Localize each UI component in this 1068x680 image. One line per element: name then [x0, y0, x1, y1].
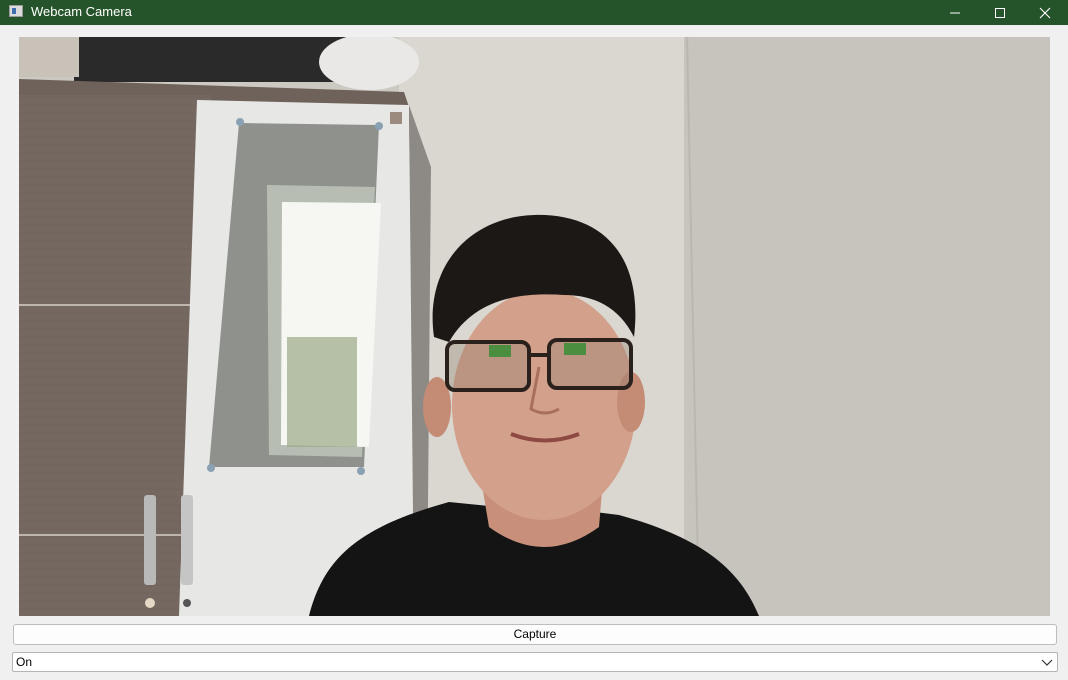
- capture-button[interactable]: Capture: [13, 624, 1057, 645]
- webcam-image: [19, 37, 1050, 616]
- maximize-button[interactable]: [977, 0, 1023, 25]
- webcam-video-feed: [19, 37, 1050, 616]
- camera-mode-select[interactable]: On: [12, 652, 1058, 672]
- minimize-icon: [950, 12, 960, 13]
- close-button[interactable]: [1022, 0, 1068, 25]
- close-icon: [1039, 7, 1051, 18]
- title-bar[interactable]: Webcam Camera: [0, 0, 1068, 25]
- maximize-icon: [995, 7, 1005, 18]
- webcam-window: Webcam Camera Capture On: [0, 0, 1068, 680]
- window-title: Webcam Camera: [31, 4, 132, 19]
- camera-mode-value: On: [16, 655, 33, 669]
- app-window-icon: [9, 5, 23, 17]
- chevron-down-icon: [1041, 659, 1053, 666]
- minimize-button[interactable]: [932, 0, 978, 25]
